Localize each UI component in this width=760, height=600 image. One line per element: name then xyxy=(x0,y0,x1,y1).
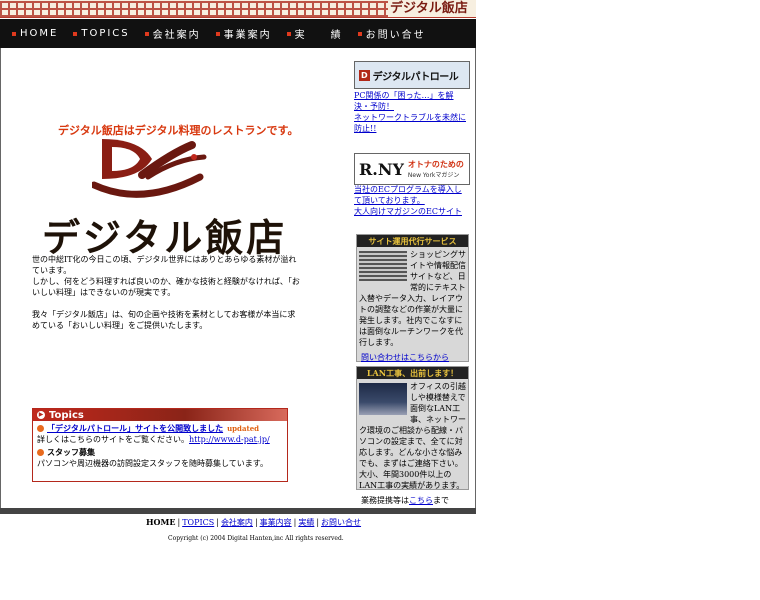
partnership-link[interactable]: こちら xyxy=(409,496,433,505)
footer-link-home[interactable]: HOME xyxy=(146,517,175,527)
dpat-link-1[interactable]: PC関係の「困った…」を解決・予防！ xyxy=(354,91,454,111)
footer-link-contact[interactable]: お問い合せ xyxy=(321,518,361,527)
copyright: Copyright (c) 2004 Digital Hanten,inc Al… xyxy=(168,535,344,542)
footer-link-business[interactable]: 事業内容 xyxy=(260,518,292,527)
dpat-logo-icon: D xyxy=(359,69,370,81)
footer-link-results[interactable]: 実績 xyxy=(298,518,314,527)
bullet-icon xyxy=(357,31,362,36)
intro-paragraph-1: 世の中総IT化の今日この頃、デジタル世界にはありとあらゆる素材が溢れています。し… xyxy=(32,255,300,297)
footer-link-company[interactable]: 会社案内 xyxy=(221,518,253,527)
dpat-links: PC関係の「困った…」を解決・予防！ ネットワークトラブルを未然に防止!! xyxy=(354,90,468,134)
bullet-icon xyxy=(286,31,291,36)
keyboard-image xyxy=(359,251,407,281)
topics-header: ▶ Topics xyxy=(33,409,287,421)
office-building-image xyxy=(359,383,407,415)
topics-box: ▶ Topics 「デジタルパトロール」サイトを公開致しました updated … xyxy=(32,408,288,482)
inquiry-link[interactable]: 問い合わせはこちらから xyxy=(361,353,449,362)
greek-key-pattern xyxy=(0,1,388,17)
site-operation-title: サイト運用代行サービス xyxy=(357,235,468,247)
rny-link-1[interactable]: 当社のECプログラムを導入して頂いております。 xyxy=(354,185,462,205)
rny-logo: R.NY xyxy=(359,159,404,179)
bullet-icon xyxy=(73,31,78,36)
arrow-icon xyxy=(37,425,44,432)
intro-paragraph-2: 我々「デジタル飯店」は、旬の企画や技術を素材としてお客様が本当に求めている「おい… xyxy=(32,310,296,330)
rny-link-2[interactable]: 大人向けマガジンのECサイト xyxy=(354,207,462,216)
intro-text: 世の中総IT化の今日この頃、デジタル世界にはありとあらゆる素材が溢れています。し… xyxy=(32,254,302,342)
topic-item: 「デジタルパトロール」サイトを公開致しました updated 詳しくはこちらのサ… xyxy=(37,423,270,444)
nav-contact[interactable]: お問い合せ xyxy=(357,26,426,41)
dpat-banner[interactable]: D デジタルパトロール xyxy=(354,61,470,89)
topic-item: スタッフ募集 パソコンや周辺機器の訪問設定スタッフを随時募集しています。 xyxy=(37,447,268,468)
arrow-icon xyxy=(37,449,44,456)
main-nav: HOME TOPICS 会社案内 事業案内 実 績 お問い合せ xyxy=(0,19,476,48)
nav-home[interactable]: HOME xyxy=(12,28,58,39)
footer-nav: HOME | TOPICS | 会社案内 | 事業内容 | 実績 | お問い合せ xyxy=(146,517,362,527)
updated-badge: updated xyxy=(227,424,260,433)
dpat-url-link[interactable]: http://www.d-pat.jp/ xyxy=(189,435,270,444)
nav-business[interactable]: 事業案内 xyxy=(215,26,272,41)
bottom-bar xyxy=(0,508,476,514)
arrow-icon: ▶ xyxy=(37,411,45,419)
bullet-icon xyxy=(215,31,220,36)
bullet-icon xyxy=(12,31,16,36)
topic-link-dpat[interactable]: 「デジタルパトロール」サイトを公開致しました xyxy=(47,423,223,434)
bullet-icon xyxy=(144,31,149,36)
lan-work-title: LAN工事、出前します！ xyxy=(357,367,468,379)
brand-title: デジタル飯店 xyxy=(390,1,468,16)
top-banner: デジタル飯店 xyxy=(0,0,476,18)
nav-company[interactable]: 会社案内 xyxy=(144,26,201,41)
footer-link-topics[interactable]: TOPICS xyxy=(182,518,214,527)
lan-work-box: LAN工事、出前します！ オフィスの引越しや模様替えで面倒なLAN工事、ネットワ… xyxy=(356,366,469,505)
rny-banner[interactable]: R.NY オトナのための New Yorkマガジン xyxy=(354,153,470,185)
rny-links: 当社のECプログラムを導入して頂いております。 大人向けマガジンのECサイト xyxy=(354,184,468,217)
nav-results[interactable]: 実 績 xyxy=(286,26,343,41)
dc-logo-icon xyxy=(92,139,207,198)
nav-topics[interactable]: TOPICS xyxy=(73,28,129,39)
dpat-link-2[interactable]: ネットワークトラブルを未然に防止!! xyxy=(354,113,466,133)
site-operation-box: サイト運用代行サービス ショッピングサイトや情報配信サイトなど、日常的にテキスト… xyxy=(356,234,469,362)
